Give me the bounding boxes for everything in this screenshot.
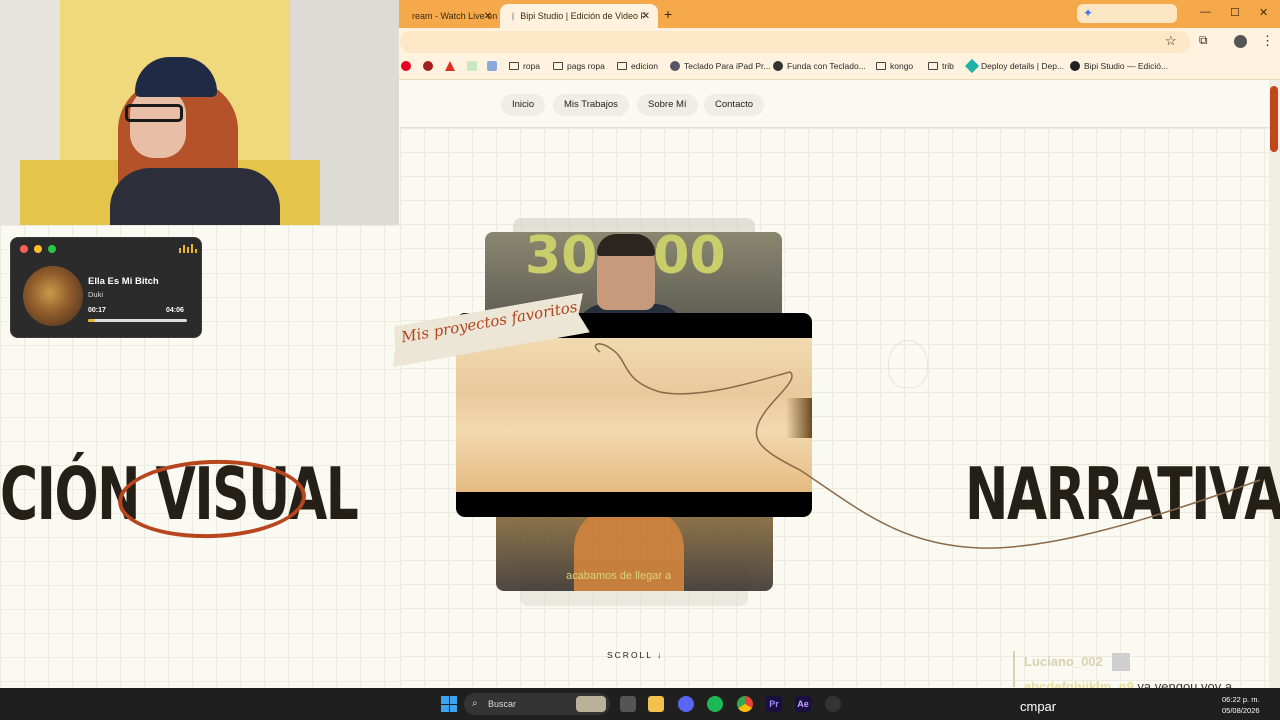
- webcam-face: [130, 88, 186, 158]
- discord-icon[interactable]: [678, 696, 694, 712]
- maximize-dot-icon[interactable]: [48, 245, 56, 253]
- obs-icon[interactable]: [825, 696, 841, 712]
- taskbar-search[interactable]: ⌕ Buscar: [464, 693, 610, 715]
- chat-username: Luciano_002: [1024, 654, 1103, 669]
- doodle-sketch: [888, 340, 928, 388]
- equalizer-icon: [179, 244, 197, 253]
- scroll-indicator[interactable]: SCROLL ↓: [607, 650, 663, 660]
- close-dot-icon[interactable]: [20, 245, 28, 253]
- music-player-widget: Ella Es Mi Bitch Duki 00:17 04:06: [10, 237, 202, 338]
- after-effects-icon[interactable]: Ae: [795, 696, 811, 712]
- search-icon: ⌕: [472, 698, 478, 709]
- chat-message-continued: cmpar: [1020, 699, 1057, 714]
- system-clock[interactable]: 06:22 p. m. 05/08/2026: [1222, 694, 1260, 716]
- webcam-glasses: [125, 104, 183, 122]
- windows-start-icon[interactable]: [441, 696, 457, 712]
- taskbar: ⌕ Buscar Pr Ae 06:22 p. m. 05/08/2026: [0, 688, 1280, 720]
- premiere-icon[interactable]: Pr: [766, 696, 782, 712]
- song-title: Ella Es Mi Bitch: [88, 276, 159, 287]
- chat-divider: [1013, 651, 1015, 687]
- chrome-icon[interactable]: [737, 696, 753, 712]
- time-total: 04:06: [166, 307, 184, 314]
- chat-badge-icon: [1112, 653, 1130, 671]
- minimize-dot-icon[interactable]: [34, 245, 42, 253]
- time-current: 00:17: [88, 307, 106, 314]
- file-explorer-icon[interactable]: [648, 696, 664, 712]
- webcam-overlay: [0, 0, 399, 225]
- album-art: [23, 266, 83, 326]
- spotify-icon[interactable]: [707, 696, 723, 712]
- song-artist: Duki: [88, 290, 104, 299]
- progress-fill: [88, 319, 95, 322]
- search-highlight-image: [576, 696, 606, 712]
- webcam-shirt: [110, 168, 280, 225]
- task-view-icon[interactable]: [620, 696, 636, 712]
- progress-bar[interactable]: [88, 319, 187, 322]
